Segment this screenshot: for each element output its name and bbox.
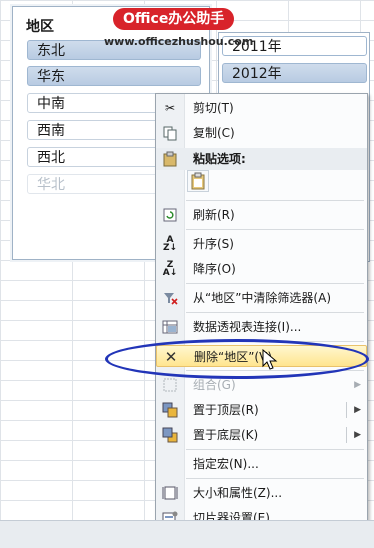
send-to-back-icon [162, 427, 178, 443]
submenu-arrow-icon: ▶ [354, 380, 361, 390]
menu-item-bring-front-label: 置于顶层(R) [193, 403, 259, 417]
clear-filter-icon [162, 290, 178, 306]
menu-separator [186, 478, 364, 479]
slicer-item-huadong[interactable]: 华东 [27, 66, 201, 86]
menu-item-bring-front[interactable]: 置于顶层(R) ▶ [156, 399, 367, 421]
menu-item-clear-filter[interactable]: 从“地区”中清除筛选器(A) [156, 287, 367, 309]
menu-item-sort-desc[interactable]: Z A↓ 降序(O) [156, 258, 367, 280]
menu-split-divider [346, 427, 347, 443]
menu-item-pivot-connections-label: 数据透视表连接(I)... [193, 320, 302, 334]
menu-item-refresh[interactable]: 刷新(R) [156, 204, 367, 226]
mouse-pointer-icon [262, 349, 278, 370]
menu-item-sort-desc-label: 降序(O) [193, 262, 236, 276]
sort-descending-icon: Z A↓ [162, 260, 178, 278]
menu-separator [186, 312, 364, 313]
clipboard-icon [162, 151, 178, 170]
group-icon [162, 377, 178, 393]
menu-separator [186, 200, 364, 201]
size-properties-icon [162, 485, 178, 501]
menu-separator [186, 449, 364, 450]
menu-item-cut[interactable]: ✂ 剪切(T) [156, 97, 367, 119]
pivot-table-icon [162, 319, 178, 335]
paste-options-label: 粘贴选项: [193, 152, 246, 166]
copy-icon [162, 125, 178, 141]
annotation-ellipse [105, 339, 369, 379]
menu-separator [186, 229, 364, 230]
slicer-item-2012[interactable]: 2012年 [222, 63, 367, 83]
menu-item-sort-asc-label: 升序(S) [193, 237, 234, 251]
menu-split-divider [346, 402, 347, 418]
paste-options-header: 粘贴选项: [156, 148, 367, 170]
watermark-logo: Office办公助手 [113, 8, 235, 30]
menu-item-clear-filter-label: 从“地区”中清除筛选器(A) [193, 291, 332, 305]
menu-item-cut-label: 剪切(T) [193, 101, 234, 115]
paste-button[interactable] [187, 170, 209, 192]
scissors-icon: ✂ [164, 101, 176, 115]
context-menu: ✂ 剪切(T) 复制(C) 粘贴选项: 刷新(R) A Z↓ 升序(S) Z A↓ … [155, 93, 368, 535]
watermark-url: www.officezhushou.com [104, 35, 254, 48]
menu-item-copy[interactable]: 复制(C) [156, 122, 367, 144]
refresh-icon [162, 207, 178, 223]
menu-item-assign-macro-label: 指定宏(N)... [193, 457, 259, 471]
menu-item-copy-label: 复制(C) [193, 126, 235, 140]
menu-item-refresh-label: 刷新(R) [193, 208, 235, 222]
bring-to-front-icon [162, 402, 178, 418]
sort-ascending-icon: A Z↓ [162, 235, 178, 253]
menu-item-send-back[interactable]: 置于底层(K) ▶ [156, 424, 367, 446]
submenu-arrow-icon[interactable]: ▶ [354, 399, 361, 421]
menu-item-send-back-label: 置于底层(K) [193, 428, 259, 442]
submenu-arrow-icon[interactable]: ▶ [354, 424, 361, 446]
sheet-bottom-bar [0, 520, 374, 548]
paste-clipboard-icon [191, 172, 205, 190]
menu-item-sort-asc[interactable]: A Z↓ 升序(S) [156, 233, 367, 255]
menu-item-size-properties[interactable]: 大小和属性(Z)... [156, 482, 367, 504]
menu-separator [186, 283, 364, 284]
menu-item-assign-macro[interactable]: 指定宏(N)... [156, 453, 367, 475]
menu-item-size-properties-label: 大小和属性(Z)... [193, 486, 283, 500]
slicer-title: 地区 [26, 19, 54, 35]
menu-item-pivot-connections[interactable]: 数据透视表连接(I)... [156, 316, 367, 338]
